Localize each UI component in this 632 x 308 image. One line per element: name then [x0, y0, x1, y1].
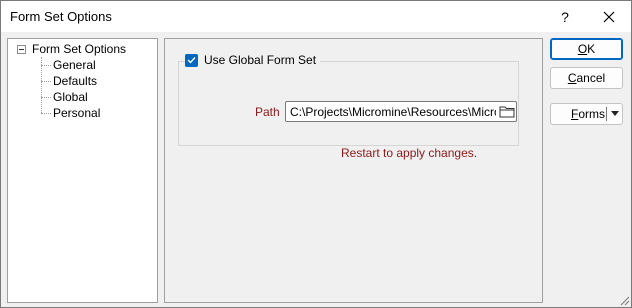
tree-root-label: Form Set Options [32, 42, 127, 56]
tree-branch-line [41, 96, 51, 98]
tree-item-global[interactable]: Global [41, 89, 88, 105]
path-field[interactable]: C:\Projects\Micromine\Resources\Micromin… [285, 101, 517, 122]
dropdown-arrow-icon[interactable] [610, 109, 620, 117]
folder-browse-icon[interactable] [499, 105, 515, 118]
tree-item-defaults[interactable]: Defaults [41, 73, 97, 89]
help-button[interactable]: ? [550, 1, 580, 32]
help-icon: ? [561, 8, 569, 25]
resize-grip-icon[interactable] [618, 294, 630, 306]
ok-accel: O [577, 42, 588, 56]
tree-branch-line [41, 80, 51, 82]
restart-message: Restart to apply changes. [341, 146, 478, 160]
close-button[interactable] [593, 1, 625, 32]
tree-root-form-set-options[interactable]: Form Set Options [17, 42, 126, 56]
use-global-form-set-checkbox[interactable]: Use Global Form Set [185, 53, 321, 67]
collapse-icon[interactable] [17, 44, 26, 54]
close-icon [603, 11, 615, 22]
cancel-button[interactable]: Cancel [550, 67, 623, 89]
split-separator [606, 107, 607, 121]
tree-branch-line [41, 64, 51, 66]
global-form-set-group: Path C:\Projects\Micromine\Resources\Mic… [178, 61, 519, 160]
tree-item-personal[interactable]: Personal [41, 105, 100, 121]
forms-split-button[interactable]: Forms [550, 103, 623, 125]
global-settings-panel: Path C:\Projects\Micromine\Resources\Mic… [164, 38, 543, 303]
ok-rest: K [587, 42, 596, 56]
ok-button[interactable]: OK [550, 38, 623, 60]
tree-item-label: General [53, 58, 96, 72]
forms-button-label[interactable]: Forms [571, 107, 605, 121]
form-set-options-dialog: Form Set Options ? Form Set Options Gene… [0, 0, 632, 308]
path-input[interactable]: C:\Projects\Micromine\Resources\Micromin… [290, 105, 496, 119]
checkbox-label: Use Global Form Set [204, 53, 317, 67]
cancel-accel: C [567, 71, 577, 85]
options-tree: Form Set Options General Defaults Global… [7, 38, 158, 303]
cancel-rest: ancel [576, 71, 606, 85]
forms-rest: orms [578, 107, 606, 121]
title-bar: Form Set Options ? [1, 1, 631, 32]
tree-branch-line [41, 112, 51, 114]
window-title: Form Set Options [10, 9, 112, 24]
path-label: Path [255, 105, 280, 119]
tree-item-label: Global [53, 90, 88, 104]
tree-item-label: Personal [53, 106, 101, 120]
tree-item-label: Defaults [53, 74, 98, 88]
tree-item-general[interactable]: General [41, 57, 96, 73]
checkbox-checked-icon[interactable] [185, 53, 198, 67]
